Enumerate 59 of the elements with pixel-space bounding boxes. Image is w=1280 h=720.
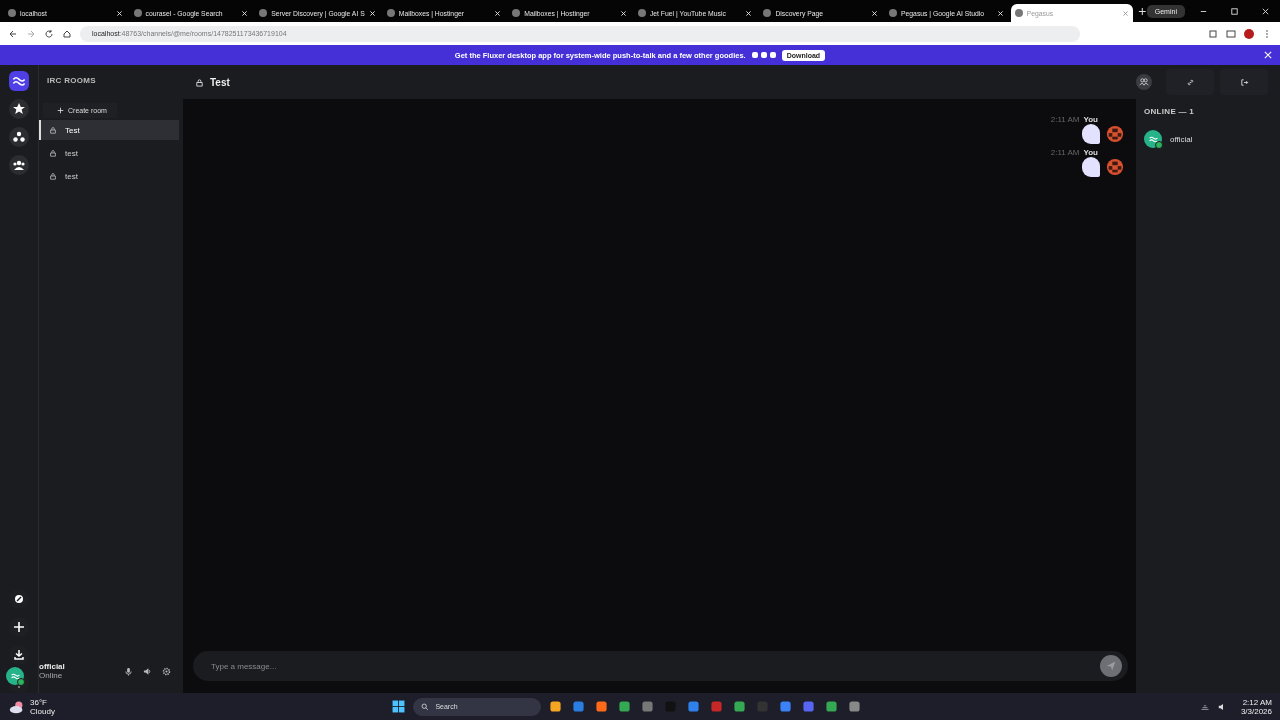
nodes-icon[interactable]: [9, 127, 29, 147]
message-time: 2:11 AM: [1050, 148, 1080, 157]
speaker-icon[interactable]: [143, 666, 152, 676]
room-item[interactable]: Test: [39, 120, 179, 140]
back-icon[interactable]: [8, 28, 18, 39]
send-icon[interactable]: [1100, 655, 1122, 677]
site-icon: [763, 9, 772, 17]
site-icon: [259, 9, 268, 17]
site-icon: [637, 9, 646, 17]
site-icon: [1014, 9, 1023, 17]
lock-icon: [195, 77, 204, 87]
message-bubble: [1082, 157, 1100, 177]
clock-date: 3/3/2026: [1240, 706, 1272, 716]
exit-icon: [1239, 77, 1249, 87]
member-avatar: [1144, 130, 1162, 148]
app-logo-icon[interactable]: [9, 71, 29, 91]
message-field[interactable]: Type a message...: [209, 660, 1100, 672]
message-bubble: [1082, 124, 1100, 144]
plus-icon: [57, 107, 64, 114]
section-heading: IRC ROOMS: [46, 75, 97, 87]
lock-icon: [49, 149, 57, 157]
microphone-icon[interactable]: [124, 666, 133, 676]
message-time: 2:11 AM: [1050, 115, 1080, 124]
reload-icon[interactable]: [44, 28, 54, 39]
temperature: 36°F: [30, 697, 48, 707]
user-status: Online: [39, 671, 64, 680]
group-icon[interactable]: [9, 155, 29, 175]
site-icon: [8, 9, 16, 17]
restore-icon[interactable]: [1229, 6, 1239, 16]
avatar-icon: [1106, 125, 1124, 143]
members-icon[interactable]: [1136, 74, 1152, 90]
member-item[interactable]: official: [1144, 130, 1272, 148]
channel-title: Test: [210, 76, 230, 88]
settings-icon[interactable]: [162, 666, 171, 676]
room-item[interactable]: test: [39, 143, 179, 163]
site-icon: [133, 9, 142, 17]
site-icon: [512, 9, 521, 17]
clock-time: 2:12 AM: [1242, 697, 1272, 707]
message-author: You: [1083, 115, 1098, 124]
avatar-icon[interactable]: [1244, 28, 1254, 39]
user-avatar[interactable]: [6, 667, 24, 685]
lock-icon: [49, 172, 57, 180]
avatar-icon: [1106, 158, 1124, 176]
user-name: official: [39, 662, 66, 671]
link-icon: [1185, 77, 1195, 87]
lock-icon: [49, 126, 57, 134]
extensions-icon[interactable]: [1208, 28, 1218, 39]
weather-condition: Cloudy: [30, 706, 55, 716]
site-icon: [386, 9, 395, 17]
section-heading: ONLINE — 1: [1144, 107, 1196, 116]
home-icon[interactable]: [62, 28, 72, 39]
site-icon: [889, 9, 898, 17]
sidebar-icon[interactable]: [1226, 28, 1236, 39]
search-icon: [421, 702, 430, 711]
room-item[interactable]: test: [39, 166, 179, 186]
close-icon[interactable]: [1260, 6, 1270, 16]
new-tab-icon[interactable]: [1138, 6, 1147, 16]
message-field[interactable]: Type a message...: [193, 651, 1128, 681]
message-author: You: [1083, 148, 1098, 157]
